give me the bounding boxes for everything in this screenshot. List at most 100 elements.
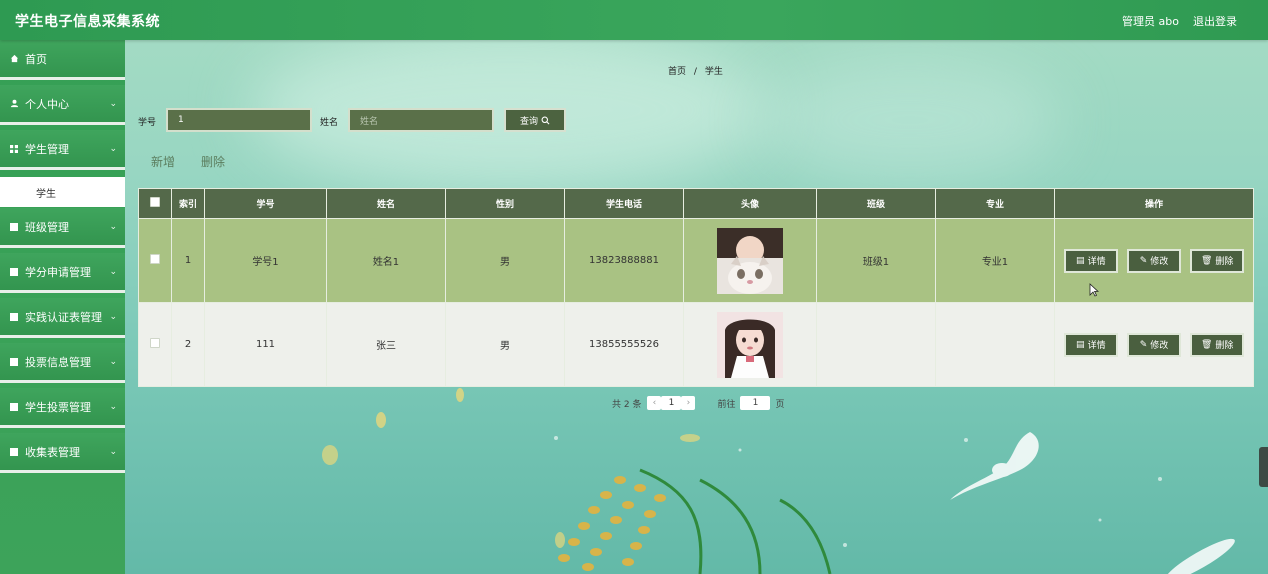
detail-button[interactable]: ▤ 详情 [1063, 248, 1118, 273]
add-button[interactable]: 新增 [151, 153, 175, 170]
delete-button-label: 删除 [1215, 341, 1234, 351]
search-button[interactable]: 查询 [504, 108, 566, 132]
student-id-input[interactable]: 1 [166, 108, 312, 132]
sidebar-item-label: 投票信息管理 [25, 355, 91, 369]
avatar [717, 227, 783, 294]
delete-button[interactable]: 🗑 删除 [1190, 248, 1245, 273]
search-button-label: 查询 [519, 116, 538, 127]
goto-label: 前往 [717, 399, 736, 410]
delete-button-label: 删除 [1215, 257, 1234, 267]
column-header: 班级 [816, 188, 936, 219]
chevron-down-icon: ⌄ [109, 144, 117, 154]
mouse-cursor-icon [1089, 283, 1099, 297]
breadcrumb: 首页 / 学生 [668, 64, 723, 77]
sidebar-item-student-vote[interactable]: 学生投票管理 ⌄ [0, 388, 125, 428]
top-bar: 学生电子信息采集系统 管理员 abo 退出登录 [0, 0, 1268, 40]
chevron-down-icon: ⌄ [109, 312, 117, 322]
side-handle[interactable] [1259, 447, 1268, 487]
sidebar-item-label: 首页 [25, 52, 47, 66]
grid-icon [8, 401, 20, 413]
avatar-cell [683, 218, 817, 303]
breadcrumb-current: 学生 [704, 67, 723, 77]
delete-button[interactable]: 🗑 删除 [1190, 332, 1245, 357]
gender-cell: 男 [445, 302, 565, 387]
row-select-cell [138, 218, 172, 303]
chevron-down-icon: ⌄ [109, 267, 117, 277]
grid-icon [8, 311, 20, 323]
trash-icon: 🗑 [1200, 255, 1213, 266]
name-cell: 姓名1 [326, 218, 446, 303]
column-header: 索引 [171, 188, 205, 219]
trash-icon: 🗑 [1200, 339, 1213, 350]
sidebar-subitem-student[interactable]: 学生 [0, 177, 125, 207]
sidebar-item-personal-center[interactable]: 个人中心 ⌄ [0, 85, 125, 125]
name-label: 姓名 [320, 118, 339, 128]
grid-icon [8, 356, 20, 368]
class-cell: 班级1 [816, 218, 936, 303]
edit-button[interactable]: ✎ 修改 [1127, 248, 1181, 273]
column-header: 姓名 [326, 188, 446, 219]
phone-cell: 13855555526 [564, 302, 684, 387]
sidebar-item-home[interactable]: 首页 [0, 40, 125, 80]
goto-page-input[interactable]: 1 [740, 396, 771, 410]
prev-page-button[interactable]: ‹ [647, 396, 662, 410]
row-checkbox[interactable] [150, 338, 160, 348]
table-header-row: 索引 学号 姓名 性别 学生电话 头像 班级 专业 操作 [138, 188, 1254, 219]
sidebar-item-label: 学生 [36, 188, 56, 200]
index-cell: 1 [171, 218, 205, 303]
sidebar-item-vote-info[interactable]: 投票信息管理 ⌄ [0, 343, 125, 383]
next-page-button[interactable]: › [681, 396, 696, 410]
column-header: 性别 [445, 188, 565, 219]
chevron-down-icon: ⌄ [109, 222, 117, 232]
sidebar-item-label: 学生投票管理 [25, 400, 91, 414]
table-row[interactable]: 2 111 张三 男 13855555526 ▤ 详情 ✎ 修改 🗑 删除 [138, 302, 1254, 387]
sidebar-item-label: 学生管理 [25, 142, 69, 156]
grid-icon [8, 266, 20, 278]
home-icon [8, 53, 20, 65]
select-all-checkbox[interactable] [150, 197, 160, 207]
sidebar-item-label: 收集表管理 [25, 445, 80, 459]
column-header: 操作 [1054, 188, 1254, 219]
sidebar-item-practice-certification[interactable]: 实践认证表管理 ⌄ [0, 298, 125, 338]
phone-cell: 13823888881 [564, 218, 684, 303]
current-user-label: 管理员 abo [1122, 15, 1179, 28]
row-checkbox[interactable] [150, 254, 160, 264]
detail-button-label: 详情 [1087, 341, 1106, 351]
current-page[interactable]: 1 [661, 396, 682, 410]
app-title: 学生电子信息采集系统 [15, 14, 160, 30]
bulk-delete-button[interactable]: 删除 [201, 153, 225, 170]
sidebar: 首页 个人中心 ⌄ 学生管理 ⌄ 学生 班级管理 ⌄ 学分申请管理 ⌄ 实践认证… [0, 40, 125, 574]
sidebar-item-label: 学分申请管理 [25, 265, 91, 279]
index-cell: 2 [171, 302, 205, 387]
sidebar-item-class-management[interactable]: 班级管理 ⌄ [0, 208, 125, 248]
pagination: 共 2 条 ‹ 1 › 前往 1 页 [612, 396, 784, 410]
column-header: 专业 [935, 188, 1055, 219]
row-select-cell [138, 302, 172, 387]
student-id-cell: 学号1 [204, 218, 327, 303]
edit-button[interactable]: ✎ 修改 [1127, 332, 1181, 357]
student-id-label: 学号 [138, 118, 157, 128]
logout-link[interactable]: 退出登录 [1193, 13, 1237, 29]
detail-button-label: 详情 [1087, 257, 1106, 267]
major-cell [935, 302, 1055, 387]
table-row[interactable]: 1 学号1 姓名1 男 13823888881 班级1 专业1 ▤ 详情 ✎ 修… [138, 218, 1254, 303]
avatar [717, 311, 783, 378]
sidebar-item-student-management[interactable]: 学生管理 ⌄ [0, 130, 125, 170]
grid-icon [8, 143, 20, 155]
select-all-cell [138, 188, 172, 219]
name-input[interactable]: 姓名 [348, 108, 494, 132]
student-id-cell: 111 [204, 302, 327, 387]
detail-button[interactable]: ▤ 详情 [1063, 332, 1118, 357]
chevron-down-icon: ⌄ [109, 447, 117, 457]
grid-icon [8, 446, 20, 458]
user-icon [8, 98, 20, 110]
major-cell: 专业1 [935, 218, 1055, 303]
edit-button-label: 修改 [1150, 257, 1169, 267]
sidebar-item-collection-form[interactable]: 收集表管理 ⌄ [0, 433, 125, 473]
edit-icon: ✎ [1139, 255, 1148, 266]
breadcrumb-home[interactable]: 首页 [668, 67, 686, 77]
sidebar-item-label: 实践认证表管理 [25, 310, 102, 324]
chevron-down-icon: ⌄ [109, 99, 117, 109]
column-header: 学生电话 [564, 188, 684, 219]
sidebar-item-credit-application[interactable]: 学分申请管理 ⌄ [0, 253, 125, 293]
